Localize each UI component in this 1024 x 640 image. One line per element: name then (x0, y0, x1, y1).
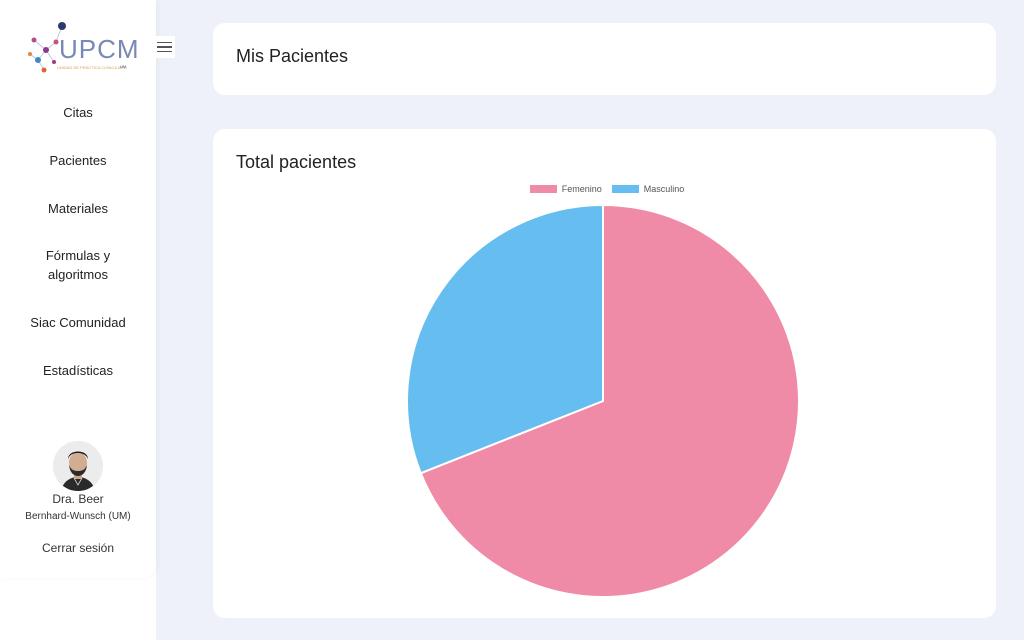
sidebar: UPCM UNIDAD DE PRÁCTICA CLÍNICA MÉDICA U… (0, 0, 156, 640)
legend-label: Femenino (561, 184, 602, 194)
hamburger-line (156, 41, 172, 44)
sidebar-item-citas[interactable]: Citas (0, 103, 156, 122)
user-name: Dra. Beer (52, 492, 104, 506)
avatar[interactable] (53, 441, 103, 491)
sidebar-item-siac-comunidad[interactable]: Siac Comunidad (0, 313, 156, 332)
legend-swatch-masculino (611, 185, 639, 193)
legend-label: Masculino (643, 184, 685, 194)
legend-item-masculino[interactable]: Masculino (611, 184, 685, 194)
hamburger-line (156, 50, 172, 53)
chart-legend: Femenino Masculino (213, 184, 996, 194)
sidebar-item-materiales[interactable]: Materiales (0, 199, 156, 218)
upcm-logo[interactable]: UPCM UNIDAD DE PRÁCTICA CLÍNICA MÉDICA U… (26, 20, 139, 78)
user-photo (53, 441, 103, 491)
legend-item-femenino[interactable]: Femenino (529, 184, 602, 194)
logo-subtitle: UNIDAD DE PRÁCTICA CLÍNICA MÉDICA (57, 65, 127, 70)
hamburger-line (156, 46, 172, 48)
logo-tag: UM (120, 64, 127, 69)
page-title: Mis Pacientes (236, 46, 349, 66)
logo-text: UPCM (59, 34, 140, 64)
legend-swatch-femenino (529, 185, 557, 193)
sidebar-item-formulas[interactable]: Fórmulas y algoritmos (0, 246, 156, 284)
logout-link[interactable]: Cerrar sesión (0, 541, 156, 555)
sidebar-panel: UPCM UNIDAD DE PRÁCTICA CLÍNICA MÉDICA U… (0, 0, 156, 578)
sidebar-item-estadisticas[interactable]: Estadísticas (0, 361, 156, 380)
chart-title: Total pacientes (236, 152, 357, 172)
sidebar-item-pacientes[interactable]: Pacientes (0, 151, 156, 170)
user-organization: Bernhard-Wunsch (UM) (25, 511, 131, 522)
hamburger-menu-icon[interactable] (153, 36, 175, 58)
pie-chart (406, 203, 800, 598)
page-header-card: Mis Pacientes (213, 23, 996, 95)
chart-card: Total pacientes Femenino Masculino (213, 129, 996, 618)
